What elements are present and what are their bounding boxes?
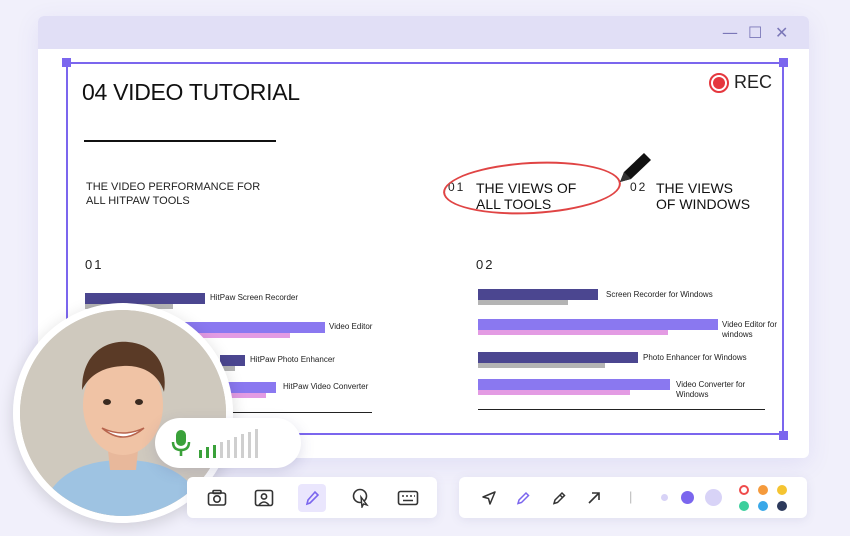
bar-photo-enhancer-windows xyxy=(478,352,638,363)
rec-indicator[interactable]: REC xyxy=(709,72,772,93)
microphone-icon xyxy=(171,430,191,456)
recording-toolbar xyxy=(187,477,437,518)
highlighter-icon[interactable] xyxy=(545,484,573,512)
color-swatch-orange[interactable] xyxy=(758,485,768,495)
title-bar: — ☐ ✕ xyxy=(38,16,809,49)
color-swatch-navy[interactable] xyxy=(777,501,787,511)
bar-label: Video Editor xyxy=(329,322,373,331)
slide-subtitle: THE VIDEO PERFORMANCE FOR ALL HITPAW TOO… xyxy=(86,181,261,207)
resize-handle-top-right[interactable] xyxy=(779,58,788,67)
rec-label: REC xyxy=(734,72,773,92)
color-swatch-green[interactable] xyxy=(739,501,749,511)
bar-video-editor-windows-secondary xyxy=(478,330,668,335)
pointer-icon[interactable] xyxy=(475,484,503,512)
title-divider xyxy=(84,140,276,142)
audio-level-bar xyxy=(220,442,223,458)
color-swatch-blue[interactable] xyxy=(758,501,768,511)
audio-level-bar xyxy=(241,434,244,458)
arrow-icon[interactable] xyxy=(580,484,608,512)
audio-level-bar xyxy=(234,437,237,458)
chart-axis xyxy=(478,409,765,410)
audio-level-bar xyxy=(248,431,251,458)
microphone-level-indicator[interactable] xyxy=(155,418,301,468)
audio-level-bar xyxy=(213,444,216,458)
resize-handle-bottom-right[interactable] xyxy=(779,431,788,440)
bar-video-converter-windows xyxy=(478,379,670,390)
stroke-size-large[interactable] xyxy=(705,489,722,506)
bar-label: Video Converter for Windows xyxy=(676,380,746,399)
bar-screen-recorder-windows-secondary xyxy=(478,300,568,305)
bar-photo-enhancer xyxy=(220,355,245,366)
audio-level-bar xyxy=(206,447,209,458)
color-swatch-yellow[interactable] xyxy=(777,485,787,495)
bar-label: Photo Enhancer for Windows xyxy=(643,353,747,362)
bar-screen-recorder xyxy=(85,293,205,304)
bar-screen-recorder-windows xyxy=(478,289,598,300)
toolbar-separator: | xyxy=(629,489,633,504)
camera-icon[interactable] xyxy=(203,484,231,512)
stroke-size-small[interactable] xyxy=(661,494,668,501)
bar-photo-enhancer-windows-secondary xyxy=(478,363,605,368)
audio-level-bar xyxy=(199,450,202,458)
bar-label: HitPaw Photo Enhancer xyxy=(250,355,335,364)
bar-video-converter-windows-secondary xyxy=(478,390,630,395)
minimize-button[interactable]: — xyxy=(722,23,738,42)
pen-icon[interactable] xyxy=(298,484,326,512)
close-button[interactable]: ✕ xyxy=(775,23,788,42)
bar-label: Video Editor for windows xyxy=(722,320,777,339)
slide-title: 04 VIDEO TUTORIAL xyxy=(82,79,300,105)
cursor-select-icon[interactable] xyxy=(347,484,375,512)
pen-icon[interactable] xyxy=(509,484,537,512)
stroke-size-medium[interactable] xyxy=(681,491,694,504)
audio-level-bars xyxy=(199,428,258,458)
audio-level-bar xyxy=(227,439,230,458)
maximize-button[interactable]: ☐ xyxy=(748,23,762,42)
bar-video-editor xyxy=(180,322,325,333)
record-icon xyxy=(709,72,729,93)
webcam-icon[interactable] xyxy=(250,484,278,512)
chart-axis xyxy=(230,412,372,413)
bar-video-editor-windows xyxy=(478,319,718,330)
view2-label: THE VIEWS OF WINDOWS xyxy=(656,180,751,212)
bar-label: HitPaw Screen Recorder xyxy=(210,293,299,302)
keyboard-icon[interactable] xyxy=(394,484,422,512)
bar-label: HitPaw Video Converter xyxy=(283,382,369,391)
resize-handle-top-left[interactable] xyxy=(62,58,71,67)
bar-video-converter xyxy=(226,382,276,393)
view2-number: 02 xyxy=(630,180,648,194)
chart2-number: 02 xyxy=(476,257,495,272)
bar-label: Screen Recorder for Windows xyxy=(606,290,713,299)
chart1-number: 01 xyxy=(85,257,104,272)
audio-level-bar xyxy=(255,429,258,458)
annotation-toolbar: | xyxy=(459,477,807,518)
color-swatch-red[interactable] xyxy=(739,485,749,495)
